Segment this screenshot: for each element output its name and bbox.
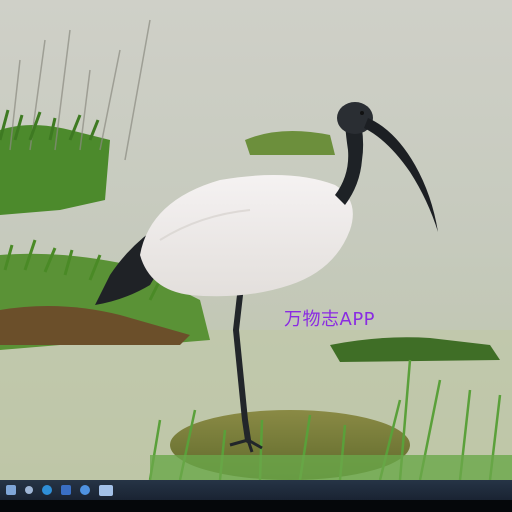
ibis-photo [0,0,512,480]
chrome-icon[interactable] [80,485,90,495]
windows-start-icon[interactable] [6,485,16,495]
search-icon[interactable] [25,486,33,494]
screen: 万物志APP [0,0,512,512]
edge-browser-icon[interactable] [42,485,52,495]
bottom-bezel [0,500,512,512]
watermark-text: 万物志APP [284,309,376,330]
app-window-icon[interactable] [99,485,113,496]
store-icon[interactable] [61,485,71,495]
